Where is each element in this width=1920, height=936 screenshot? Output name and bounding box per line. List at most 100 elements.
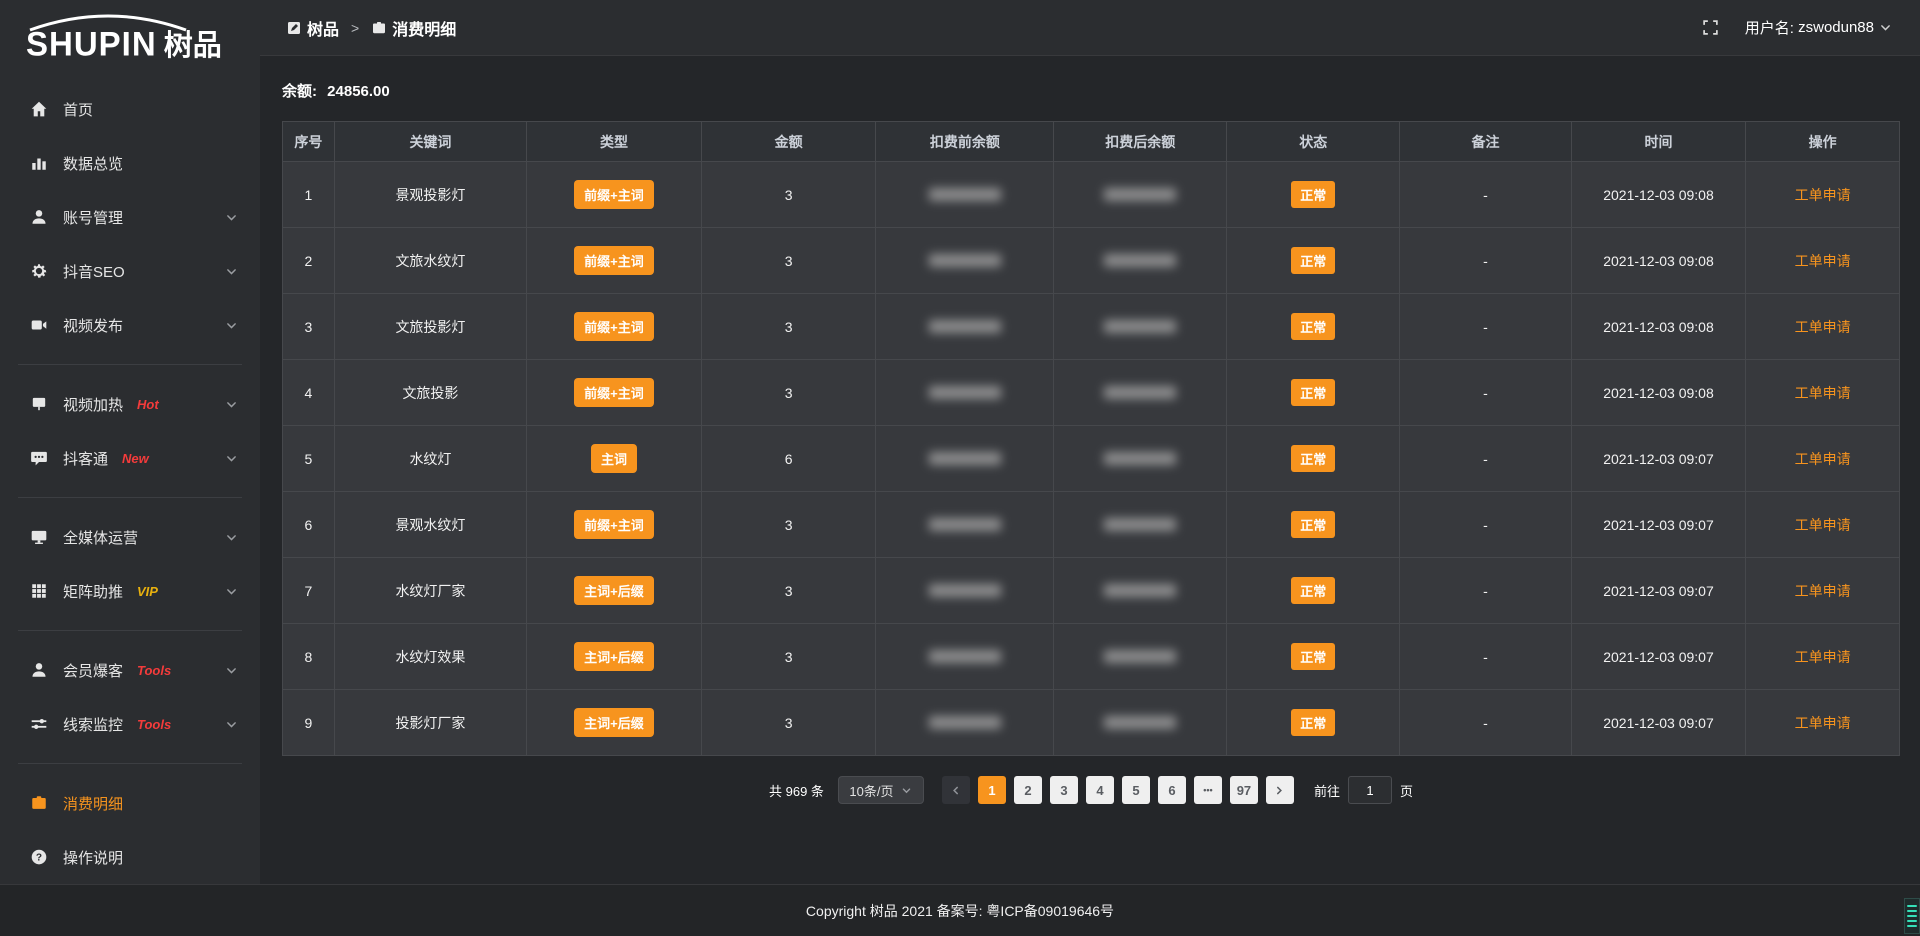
ticket-apply-link[interactable]: 工单申请	[1795, 319, 1851, 335]
type-cell: 前缀+主词	[527, 228, 702, 294]
action-cell: 工单申请	[1746, 624, 1900, 690]
ticket-apply-link[interactable]: 工单申请	[1795, 517, 1851, 533]
fullscreen-icon[interactable]	[1702, 19, 1719, 36]
after-balance-cell	[1054, 294, 1227, 360]
ticket-apply-link[interactable]: 工单申请	[1795, 583, 1851, 599]
more-pages-button[interactable]: •••	[1194, 776, 1222, 804]
status-badge: 正常	[1291, 181, 1335, 208]
status-badge: 正常	[1291, 511, 1335, 538]
column-header: 时间	[1571, 122, 1746, 162]
page-button-2[interactable]: 2	[1014, 776, 1042, 804]
table-row: 8水纹灯效果主词+后缀3正常-2021-12-03 09:07工单申请	[283, 624, 1900, 690]
monitor-icon	[30, 528, 48, 546]
remark-cell: -	[1400, 690, 1571, 756]
sidebar-item-douyin-seo[interactable]: 抖音SEO	[0, 244, 260, 298]
sidebar-item-lead-monitor[interactable]: 线索监控Tools	[0, 697, 260, 751]
type-cell: 主词+后缀	[527, 690, 702, 756]
sidebar-item-video-heat[interactable]: 视频加热Hot	[0, 377, 260, 431]
table-row: 9投影灯厂家主词+后缀3正常-2021-12-03 09:07工单申请	[283, 690, 1900, 756]
time-cell: 2021-12-03 09:07	[1571, 624, 1746, 690]
ticket-apply-link[interactable]: 工单申请	[1795, 187, 1851, 203]
status-badge: 正常	[1291, 643, 1335, 670]
header-right: 用户名: zswodun88	[1702, 17, 1892, 38]
next-page-button[interactable]	[1266, 776, 1294, 804]
status-badge: 正常	[1291, 709, 1335, 736]
time-cell: 2021-12-03 09:07	[1571, 426, 1746, 492]
ticket-apply-link[interactable]: 工单申请	[1795, 649, 1851, 665]
sliders-icon	[30, 715, 48, 733]
sidebar-item-douketong[interactable]: 抖客通 New	[0, 431, 260, 485]
page-size-select[interactable]: 10条/页	[838, 776, 924, 804]
chat-widget[interactable]	[1904, 898, 1920, 934]
member-icon	[30, 661, 48, 679]
sidebar-item-label: 账号管理	[63, 207, 123, 228]
goto-page-input[interactable]	[1348, 776, 1392, 804]
masked-value	[929, 452, 1001, 465]
app-root: SHUPIN 树品 首页数据总览账号管理抖音SEO视频发布视频加热Hot抖客通N…	[0, 0, 1920, 936]
masked-value	[1104, 650, 1176, 663]
status-cell: 正常	[1227, 360, 1400, 426]
ticket-apply-link[interactable]: 工单申请	[1795, 385, 1851, 401]
sidebar-item-badge: Hot	[137, 397, 159, 412]
remark-cell: -	[1400, 228, 1571, 294]
chevron-down-icon	[225, 398, 238, 411]
amount-cell: 3	[701, 690, 876, 756]
chevron-down-icon	[1879, 21, 1892, 34]
sidebar-item-label: 首页	[63, 99, 93, 120]
ticket-apply-link[interactable]: 工单申请	[1795, 715, 1851, 731]
page-buttons: 123456 ••• 97	[974, 776, 1262, 804]
balance-line: 余额: 24856.00	[282, 80, 1900, 101]
sidebar-item-video-publish[interactable]: 视频发布	[0, 298, 260, 352]
sidebar-item-member-baoke[interactable]: 会员爆客Tools	[0, 643, 260, 697]
main-area: 树品 > 消费明细 用户名: zswodun88	[260, 0, 1920, 884]
page-button-3[interactable]: 3	[1050, 776, 1078, 804]
page-button-1[interactable]: 1	[978, 776, 1006, 804]
time-cell: 2021-12-03 09:07	[1571, 690, 1746, 756]
sidebar-item-home[interactable]: 首页	[0, 82, 260, 136]
user-menu[interactable]: 用户名: zswodun88	[1745, 17, 1892, 38]
sidebar-item-badge: New	[122, 451, 149, 466]
top-region: SHUPIN 树品 首页数据总览账号管理抖音SEO视频发布视频加热Hot抖客通N…	[0, 0, 1920, 884]
table-body: 1景观投影灯前缀+主词3正常-2021-12-03 09:08工单申请2文旅水纹…	[283, 162, 1900, 756]
ticket-apply-link[interactable]: 工单申请	[1795, 451, 1851, 467]
table-row: 3文旅投影灯前缀+主词3正常-2021-12-03 09:08工单申请	[283, 294, 1900, 360]
balance-label: 余额:	[282, 83, 317, 100]
page-button-5[interactable]: 5	[1122, 776, 1150, 804]
breadcrumb: 树品 > 消费明细	[286, 16, 456, 40]
time-cell: 2021-12-03 09:08	[1571, 162, 1746, 228]
before-balance-cell	[876, 492, 1054, 558]
sidebar-item-operation-guide[interactable]: ?操作说明	[0, 830, 260, 884]
keyword-cell: 文旅投影灯	[334, 294, 526, 360]
type-cell: 主词+后缀	[527, 558, 702, 624]
row-index: 8	[283, 624, 335, 690]
sidebar-item-label: 全媒体运营	[63, 527, 138, 548]
prev-page-button[interactable]	[942, 776, 970, 804]
sidebar-item-data-overview[interactable]: 数据总览	[0, 136, 260, 190]
sidebar-item-matrix-boost[interactable]: 矩阵助推VIP	[0, 564, 260, 618]
sidebar-item-label: 抖客通	[63, 448, 108, 469]
after-balance-cell	[1054, 162, 1227, 228]
column-header: 金额	[701, 122, 876, 162]
sidebar-item-label: 矩阵助推	[63, 581, 123, 602]
breadcrumb-root[interactable]: 树品	[307, 16, 339, 40]
page-button-4[interactable]: 4	[1086, 776, 1114, 804]
page-size-value: 10条/页	[849, 781, 893, 800]
sidebar-item-account-management[interactable]: 账号管理	[0, 190, 260, 244]
row-index: 3	[283, 294, 335, 360]
ticket-apply-link[interactable]: 工单申请	[1795, 253, 1851, 269]
before-balance-cell	[876, 426, 1054, 492]
before-balance-cell	[876, 228, 1054, 294]
remark-cell: -	[1400, 492, 1571, 558]
type-badge: 前缀+主词	[574, 312, 654, 341]
page-button-6[interactable]: 6	[1158, 776, 1186, 804]
action-cell: 工单申请	[1746, 558, 1900, 624]
page-button-97[interactable]: 97	[1230, 776, 1258, 804]
masked-value	[929, 584, 1001, 597]
sidebar-divider	[18, 630, 242, 631]
status-cell: 正常	[1227, 690, 1400, 756]
sidebar-item-all-media-operation[interactable]: 全媒体运营	[0, 510, 260, 564]
sidebar-item-consumption-detail[interactable]: 消费明细	[0, 776, 260, 830]
time-cell: 2021-12-03 09:08	[1571, 228, 1746, 294]
action-cell: 工单申请	[1746, 492, 1900, 558]
doc-icon	[286, 20, 302, 36]
